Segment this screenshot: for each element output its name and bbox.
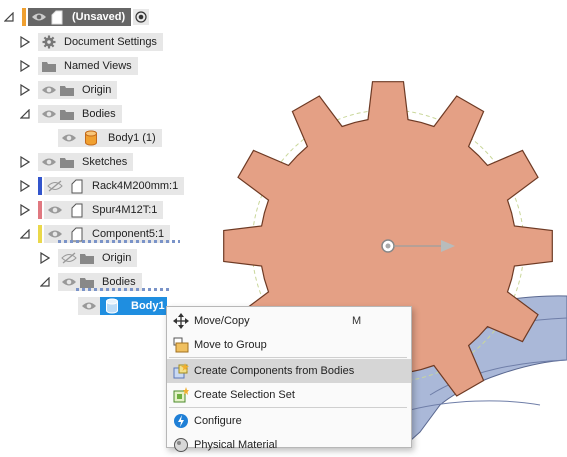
- configure-icon: [172, 412, 190, 430]
- browser-item-body1-selected[interactable]: Body1: [78, 295, 167, 317]
- component-icon: [68, 201, 86, 219]
- dashed-underline: [76, 288, 172, 291]
- item-label: Spur4M12T:1: [92, 204, 158, 216]
- color-bar: [38, 201, 42, 219]
- item-label: Body1 (1): [108, 132, 156, 144]
- item-label: Sketches: [82, 156, 128, 168]
- folder-icon: [58, 105, 76, 123]
- eye-icon[interactable]: [40, 81, 58, 99]
- expand-triangle-icon[interactable]: [38, 247, 52, 269]
- item-chip[interactable]: Bodies: [38, 105, 122, 123]
- browser-item-sketches[interactable]: Sketches: [18, 151, 134, 173]
- expand-triangle-icon[interactable]: [18, 79, 32, 101]
- menu-item-create-selection-set[interactable]: Create Selection Set: [167, 383, 411, 407]
- item-label: Component5:1: [92, 228, 165, 240]
- body-cylinder-icon: [103, 297, 121, 315]
- menu-item-move-to-group[interactable]: Move to Group: [167, 333, 411, 357]
- eye-icon[interactable]: [46, 201, 64, 219]
- body-cylinder-icon: [82, 129, 100, 147]
- eye-icon[interactable]: [80, 297, 98, 315]
- origin-inner: [385, 243, 391, 249]
- item-label: Body1: [131, 300, 165, 312]
- selection-set-icon: [172, 386, 190, 404]
- menu-item-label: Create Selection Set: [194, 389, 295, 401]
- menu-item-label: Move to Group: [194, 339, 267, 351]
- menu-item-configure[interactable]: Configure: [167, 409, 411, 433]
- material-icon: [172, 436, 190, 454]
- item-chip[interactable]: Sketches: [38, 153, 134, 171]
- item-label: Origin: [82, 84, 112, 96]
- move-icon: [172, 312, 190, 330]
- color-bar: [38, 177, 42, 195]
- expand-triangle-icon[interactable]: [18, 151, 32, 173]
- group-icon: [172, 336, 190, 354]
- menu-separator: [169, 407, 407, 408]
- item-chip[interactable]: Spur4M12T:1: [44, 201, 164, 219]
- collapse-triangle-icon[interactable]: [38, 271, 52, 293]
- item-label: Rack4M200mm:1: [92, 180, 179, 192]
- menu-item-move-copy[interactable]: Move/Copy M: [167, 309, 411, 333]
- item-chip[interactable]: Origin: [38, 81, 118, 99]
- browser-item-body1-1[interactable]: Body1 (1): [58, 127, 162, 149]
- item-label: Bodies: [82, 108, 116, 120]
- activate-radio-icon[interactable]: [133, 9, 150, 25]
- item-chip[interactable]: Named Views: [38, 57, 138, 75]
- item-label: Bodies: [102, 276, 136, 288]
- expand-triangle-icon[interactable]: [18, 31, 32, 53]
- browser-item-spur[interactable]: Spur4M12T:1: [18, 199, 164, 221]
- collapse-triangle-icon[interactable]: [18, 103, 32, 125]
- browser-item-origin[interactable]: Origin: [18, 79, 118, 101]
- collapse-triangle-icon[interactable]: [2, 6, 16, 28]
- browser-item-rack[interactable]: Rack4M200mm:1: [18, 175, 185, 197]
- folder-icon: [58, 81, 76, 99]
- item-label: Document Settings: [64, 36, 157, 48]
- context-menu: Move/Copy M Move to Group Create Compone…: [166, 306, 412, 452]
- component-icon: [68, 177, 86, 195]
- item-chip[interactable]: Document Settings: [38, 33, 163, 51]
- eye-icon[interactable]: [30, 8, 48, 26]
- menu-item-create-components[interactable]: Create Components from Bodies: [167, 359, 411, 383]
- browser-item-document-settings[interactable]: Document Settings: [18, 31, 163, 53]
- item-chip[interactable]: Origin: [58, 249, 138, 267]
- eye-hidden-icon[interactable]: [46, 177, 64, 195]
- menu-shortcut: M: [352, 315, 362, 327]
- browser-panel: (Unsaved) Document Settings Named Views: [0, 0, 200, 330]
- gear-icon: [40, 33, 58, 51]
- root-label: (Unsaved): [72, 11, 126, 23]
- item-chip[interactable]: Body1: [78, 297, 167, 315]
- expand-triangle-icon[interactable]: [18, 199, 32, 221]
- browser-root-row[interactable]: (Unsaved): [2, 6, 150, 28]
- browser-item-origin-nested[interactable]: Origin: [38, 247, 138, 269]
- folder-icon: [58, 153, 76, 171]
- folder-icon: [40, 57, 58, 75]
- item-label: Named Views: [64, 60, 132, 72]
- item-label: Origin: [102, 252, 132, 264]
- collapse-triangle-icon[interactable]: [18, 223, 32, 245]
- create-components-icon: [172, 362, 190, 380]
- menu-separator: [169, 357, 407, 358]
- color-bar: [38, 225, 42, 243]
- browser-item-named-views[interactable]: Named Views: [18, 55, 138, 77]
- component-icon: [48, 8, 66, 26]
- eye-icon[interactable]: [40, 105, 58, 123]
- menu-item-label: Create Components from Bodies: [194, 365, 355, 377]
- color-bar: [22, 8, 26, 26]
- folder-icon: [78, 249, 96, 267]
- menu-item-label: Move/Copy: [194, 315, 250, 327]
- menu-item-physical-material[interactable]: Physical Material: [167, 433, 411, 457]
- expand-triangle-icon[interactable]: [18, 175, 32, 197]
- root-chip[interactable]: (Unsaved): [28, 8, 132, 26]
- menu-item-label: Configure: [194, 415, 242, 427]
- eye-icon[interactable]: [40, 153, 58, 171]
- browser-item-bodies[interactable]: Bodies: [18, 103, 122, 125]
- item-chip[interactable]: Body1 (1): [58, 129, 162, 147]
- dashed-underline: [58, 240, 180, 243]
- selection-highlight[interactable]: Body1: [100, 297, 167, 315]
- item-chip[interactable]: Rack4M200mm:1: [44, 177, 185, 195]
- eye-hidden-icon[interactable]: [60, 249, 78, 267]
- expand-triangle-icon[interactable]: [18, 55, 32, 77]
- eye-icon[interactable]: [60, 129, 78, 147]
